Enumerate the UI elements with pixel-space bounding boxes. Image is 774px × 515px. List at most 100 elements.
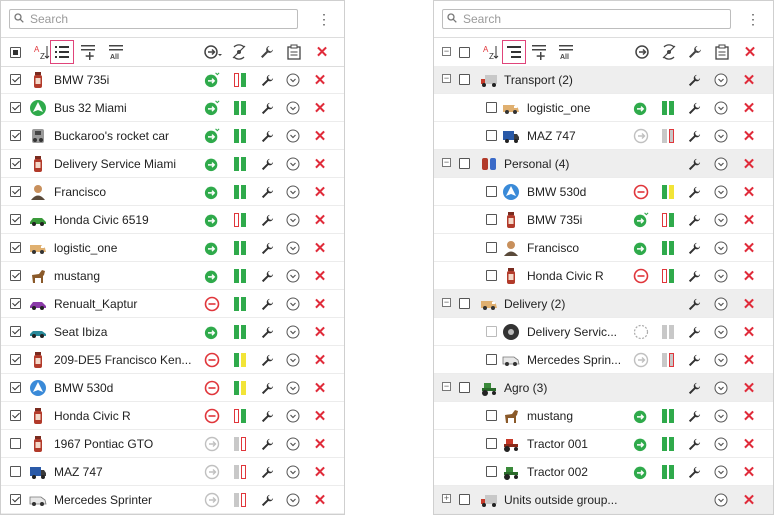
unit-row[interactable]: 209-DE5 Francisco Ken... ✕ <box>1 346 344 374</box>
delete-unit-button[interactable]: ✕ <box>312 380 328 397</box>
delete-all-button[interactable]: ✕ <box>312 42 332 62</box>
more-menu-icon[interactable]: ⋮ <box>314 9 334 29</box>
properties-button[interactable] <box>686 240 702 256</box>
delete-unit-button[interactable]: ✕ <box>312 352 328 369</box>
delete-group-button[interactable]: ✕ <box>741 492 757 509</box>
unit-row[interactable]: Renualt_Kaptur ✕ <box>1 290 344 318</box>
delete-icon[interactable]: ✕ <box>743 155 756 173</box>
delete-unit-button[interactable]: ✕ <box>741 268 757 285</box>
delete-group-button[interactable]: ✕ <box>741 71 757 89</box>
unit-row[interactable]: BMW 530d ✕ <box>1 374 344 402</box>
unit-row[interactable]: Francisco ✕ <box>1 178 344 206</box>
unit-checkbox[interactable] <box>10 242 21 253</box>
commands-button[interactable] <box>285 436 301 452</box>
delete-group-button[interactable]: ✕ <box>741 295 757 313</box>
add-to-list-button[interactable] <box>79 42 99 62</box>
connection-column-header[interactable] <box>659 42 679 62</box>
commands-button[interactable] <box>713 100 729 116</box>
collapse-group-icon[interactable]: − <box>442 298 451 307</box>
unit-checkbox[interactable] <box>486 102 497 113</box>
group-commands-button[interactable] <box>713 492 729 508</box>
delete-unit-button[interactable]: ✕ <box>312 408 328 425</box>
delete-unit-button[interactable]: ✕ <box>312 156 328 173</box>
unit-checkbox[interactable] <box>486 326 497 337</box>
properties-button[interactable] <box>259 268 275 284</box>
unit-checkbox[interactable] <box>486 270 497 281</box>
commands-button[interactable] <box>285 324 301 340</box>
delete-unit-button[interactable]: ✕ <box>312 100 328 117</box>
properties-button[interactable] <box>686 408 702 424</box>
delete-icon[interactable]: ✕ <box>314 267 327 285</box>
delete-group-button[interactable]: ✕ <box>741 380 757 397</box>
sort-az-button[interactable]: AZ <box>32 42 52 62</box>
delete-group-button[interactable]: ✕ <box>741 155 757 173</box>
delete-icon[interactable]: ✕ <box>743 211 756 229</box>
delete-icon[interactable]: ✕ <box>743 239 756 257</box>
unit-row[interactable]: Buckaroo's rocket car ✕ <box>1 122 344 150</box>
select-all-checkbox[interactable] <box>10 47 21 58</box>
commands-button[interactable] <box>713 464 729 480</box>
delete-icon[interactable]: ✕ <box>743 295 756 313</box>
unit-row[interactable]: logistic_one ✕ <box>1 234 344 262</box>
delete-icon[interactable]: ✕ <box>314 183 327 201</box>
commands-button[interactable] <box>713 324 729 340</box>
add-all-button[interactable]: All <box>107 42 127 62</box>
unit-checkbox[interactable] <box>10 186 21 197</box>
collapse-all-icon[interactable]: − <box>442 47 451 56</box>
unit-checkbox[interactable] <box>10 466 21 477</box>
properties-button[interactable] <box>686 268 702 284</box>
delete-unit-button[interactable]: ✕ <box>312 436 328 453</box>
unit-row[interactable]: mustang ✕ <box>434 402 773 430</box>
commands-button[interactable] <box>285 100 301 116</box>
properties-button[interactable] <box>259 352 275 368</box>
group-checkbox[interactable] <box>459 74 470 85</box>
properties-button[interactable] <box>259 128 275 144</box>
commands-button[interactable] <box>285 492 301 508</box>
add-to-list-button[interactable] <box>530 42 550 62</box>
unit-row[interactable]: Honda Civic R ✕ <box>1 402 344 430</box>
unit-row[interactable]: BMW 735i ✕ <box>1 66 344 94</box>
delete-icon[interactable]: ✕ <box>743 71 756 89</box>
search-field[interactable] <box>9 9 298 29</box>
unit-row[interactable]: MAZ 747 ✕ <box>1 458 344 486</box>
unit-checkbox[interactable] <box>10 270 21 281</box>
delete-unit-button[interactable]: ✕ <box>312 212 328 229</box>
delete-icon[interactable]: ✕ <box>743 407 756 425</box>
group-row[interactable]: − Personal (4) ✕ <box>434 150 773 178</box>
commands-button[interactable] <box>713 352 729 368</box>
properties-button[interactable] <box>259 240 275 256</box>
delete-unit-button[interactable]: ✕ <box>312 267 328 285</box>
properties-button[interactable] <box>259 492 275 508</box>
properties-button[interactable] <box>259 324 275 340</box>
properties-button[interactable] <box>686 436 702 452</box>
unit-checkbox[interactable] <box>10 158 21 169</box>
delete-unit-button[interactable]: ✕ <box>312 128 328 145</box>
delete-icon[interactable]: ✕ <box>743 463 756 481</box>
unit-row[interactable]: Seat Ibiza ✕ <box>1 318 344 346</box>
commands-button[interactable] <box>713 184 729 200</box>
unit-checkbox[interactable] <box>10 354 21 365</box>
unit-checkbox[interactable] <box>10 102 21 113</box>
delete-unit-button[interactable]: ✕ <box>312 239 328 257</box>
movement-column-header[interactable] <box>203 42 223 62</box>
commands-button[interactable] <box>285 212 301 228</box>
unit-checkbox[interactable] <box>486 354 497 365</box>
delete-icon[interactable]: ✕ <box>314 491 327 509</box>
delete-icon[interactable]: ✕ <box>314 239 327 257</box>
sort-az-button[interactable]: AZ <box>481 42 501 62</box>
delete-unit-button[interactable]: ✕ <box>741 100 757 117</box>
delete-icon[interactable]: ✕ <box>314 71 327 89</box>
group-checkbox[interactable] <box>459 382 470 393</box>
properties-button[interactable] <box>686 324 702 340</box>
properties-column-header[interactable] <box>685 42 705 62</box>
unit-row[interactable]: Tractor 001 ✕ <box>434 430 773 458</box>
group-checkbox[interactable] <box>459 298 470 309</box>
group-row[interactable]: − Transport (2) ✕ <box>434 66 773 94</box>
commands-button[interactable] <box>285 240 301 256</box>
unit-row[interactable]: Mercedes Sprin... ✕ <box>434 346 773 374</box>
delete-unit-button[interactable]: ✕ <box>312 464 328 481</box>
collapse-group-icon[interactable]: − <box>442 158 451 167</box>
unit-checkbox[interactable] <box>10 74 21 85</box>
properties-button[interactable] <box>686 352 702 368</box>
delete-unit-button[interactable]: ✕ <box>741 128 757 145</box>
